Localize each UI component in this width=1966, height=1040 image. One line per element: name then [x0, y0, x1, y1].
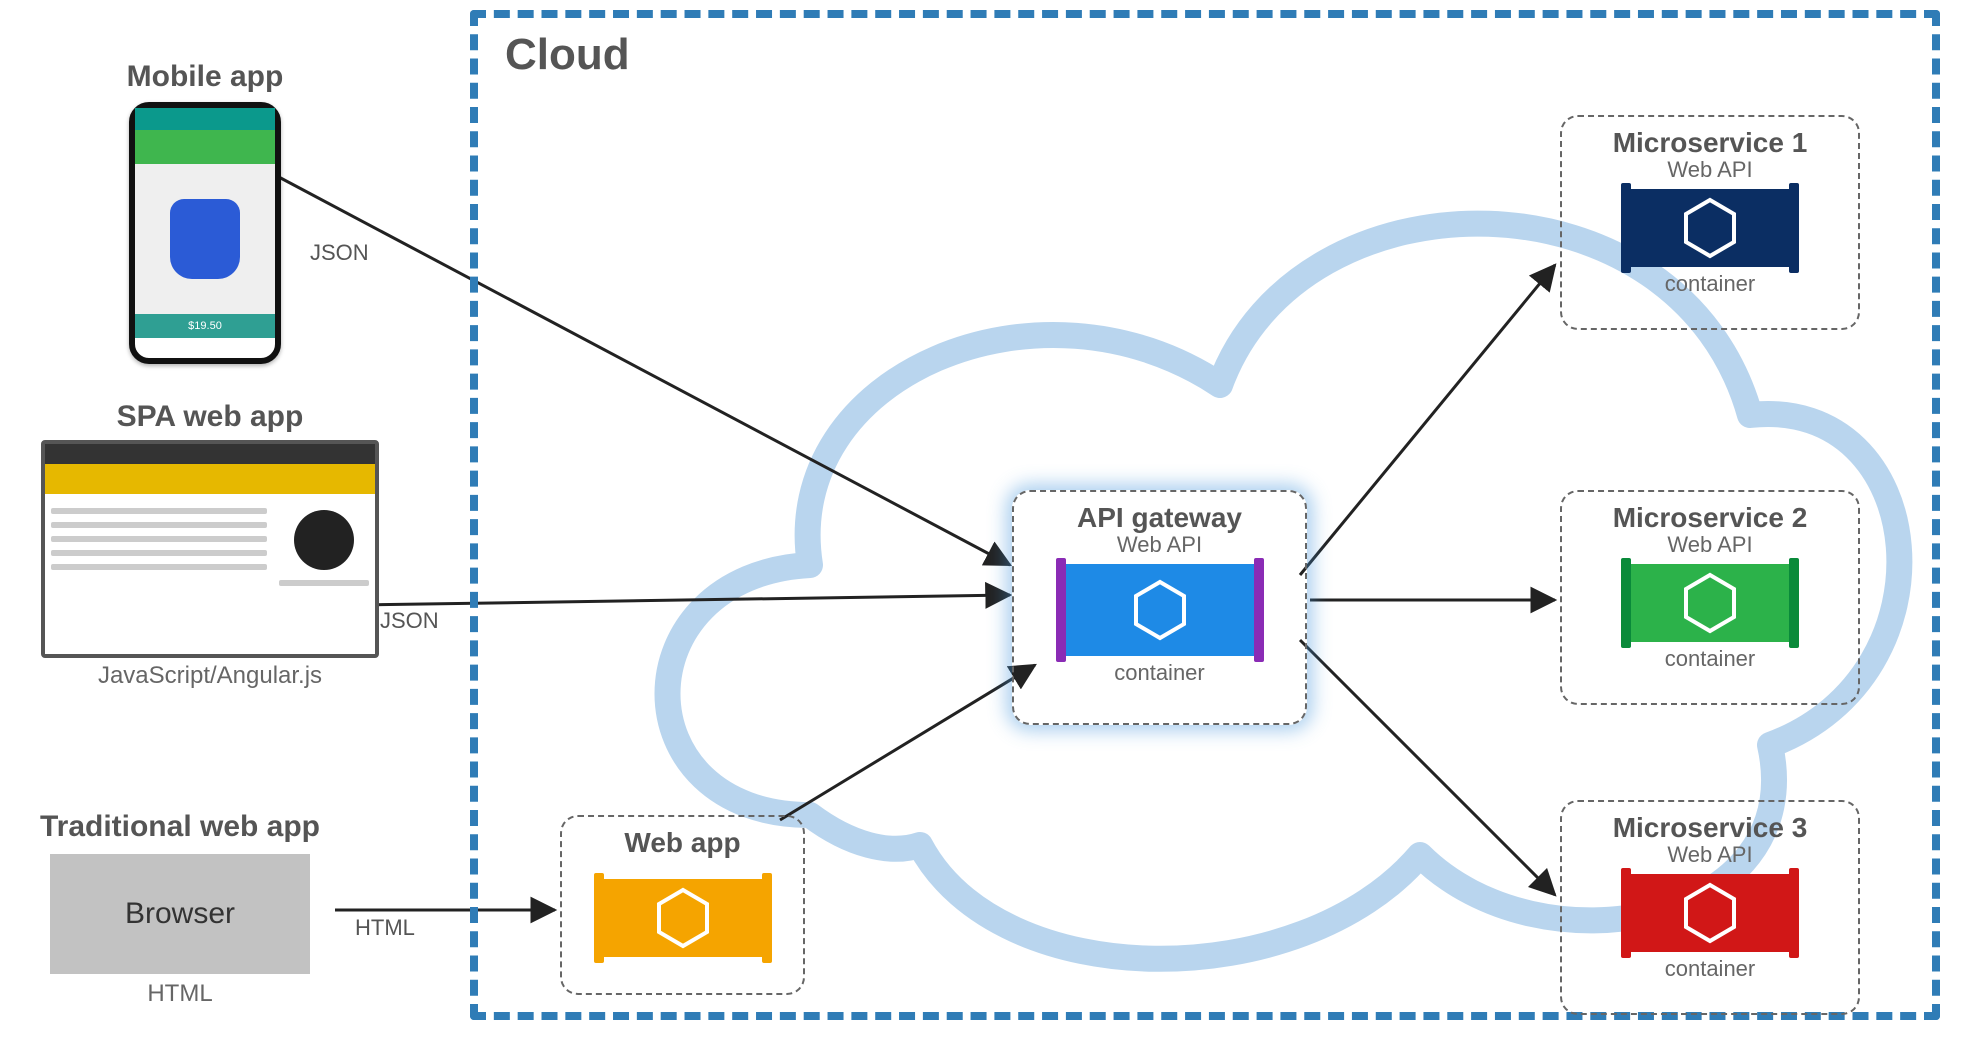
gateway-foot: container	[1114, 660, 1205, 686]
spa-tech: JavaScript/Angular.js	[30, 662, 390, 690]
container-icon	[598, 879, 768, 957]
ms3-sub: Web API	[1667, 842, 1752, 868]
gateway-sub: Web API	[1117, 532, 1202, 558]
phone-icon: $19.50	[129, 102, 281, 364]
container-icon	[1060, 564, 1260, 656]
client-traditional: Traditional web app Browser HTML	[0, 810, 360, 1008]
ms3-foot: container	[1665, 956, 1756, 982]
node-microservice-3: Microservice 3 Web API container	[1560, 800, 1860, 1015]
node-webapp: Web app	[560, 815, 805, 995]
client-mobile: Mobile app $19.50	[120, 60, 290, 364]
ms2-foot: container	[1665, 646, 1756, 672]
browser-label: Browser	[125, 897, 235, 931]
webapp-title: Web app	[624, 827, 740, 859]
mobile-title: Mobile app	[120, 60, 290, 94]
spa-title: SPA web app	[30, 400, 390, 434]
gateway-title: API gateway	[1077, 502, 1242, 534]
ms3-title: Microservice 3	[1613, 812, 1808, 844]
browser-window-icon	[41, 440, 379, 658]
container-icon	[1625, 189, 1795, 267]
ms2-sub: Web API	[1667, 532, 1752, 558]
container-icon	[1625, 874, 1795, 952]
ms1-title: Microservice 1	[1613, 127, 1808, 159]
edge-label-trad-html: HTML	[355, 915, 415, 941]
client-spa: SPA web app JavaScript/Angular.js	[30, 400, 390, 690]
node-microservice-2: Microservice 2 Web API container	[1560, 490, 1860, 705]
ms1-sub: Web API	[1667, 157, 1752, 183]
ms1-foot: container	[1665, 271, 1756, 297]
trad-title: Traditional web app	[0, 810, 360, 844]
browser-box: Browser	[50, 854, 310, 974]
node-api-gateway: API gateway Web API container	[1012, 490, 1307, 725]
node-microservice-1: Microservice 1 Web API container	[1560, 115, 1860, 330]
cloud-title: Cloud	[505, 30, 630, 80]
trad-tech: HTML	[0, 980, 360, 1008]
edge-label-mobile-json: JSON	[310, 240, 369, 266]
edge-label-spa-json: JSON	[380, 608, 439, 634]
ms2-title: Microservice 2	[1613, 502, 1808, 534]
container-icon	[1625, 564, 1795, 642]
